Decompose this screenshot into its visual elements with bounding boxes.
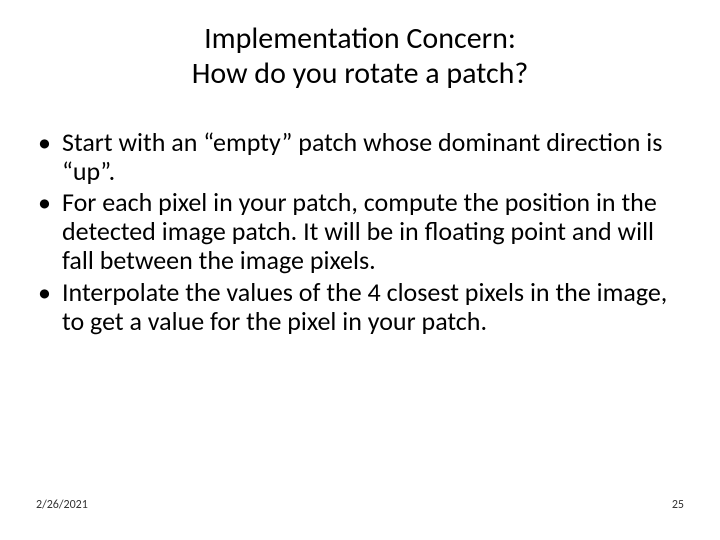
slide-body: Start with an “empty” patch whose domina… (36, 128, 684, 338)
list-item: For each pixel in your patch, compute th… (36, 188, 684, 275)
bullet-text: Interpolate the values of the 4 closest … (62, 276, 667, 337)
slide: Implementation Concern: How do you rotat… (0, 0, 720, 540)
footer-date: 2/26/2021 (36, 498, 88, 512)
bullet-text: Start with an “empty” patch whose domina… (62, 126, 662, 187)
title-line-2: How do you rotate a patch? (192, 55, 529, 92)
slide-title: Implementation Concern: How do you rotat… (0, 22, 720, 91)
list-item: Interpolate the values of the 4 closest … (36, 278, 684, 336)
footer-page-number: 25 (672, 498, 684, 512)
title-line-1: Implementation Concern: (204, 20, 516, 57)
list-item: Start with an “empty” patch whose domina… (36, 128, 684, 186)
bullet-list: Start with an “empty” patch whose domina… (36, 128, 684, 336)
bullet-text: For each pixel in your patch, compute th… (62, 186, 657, 276)
